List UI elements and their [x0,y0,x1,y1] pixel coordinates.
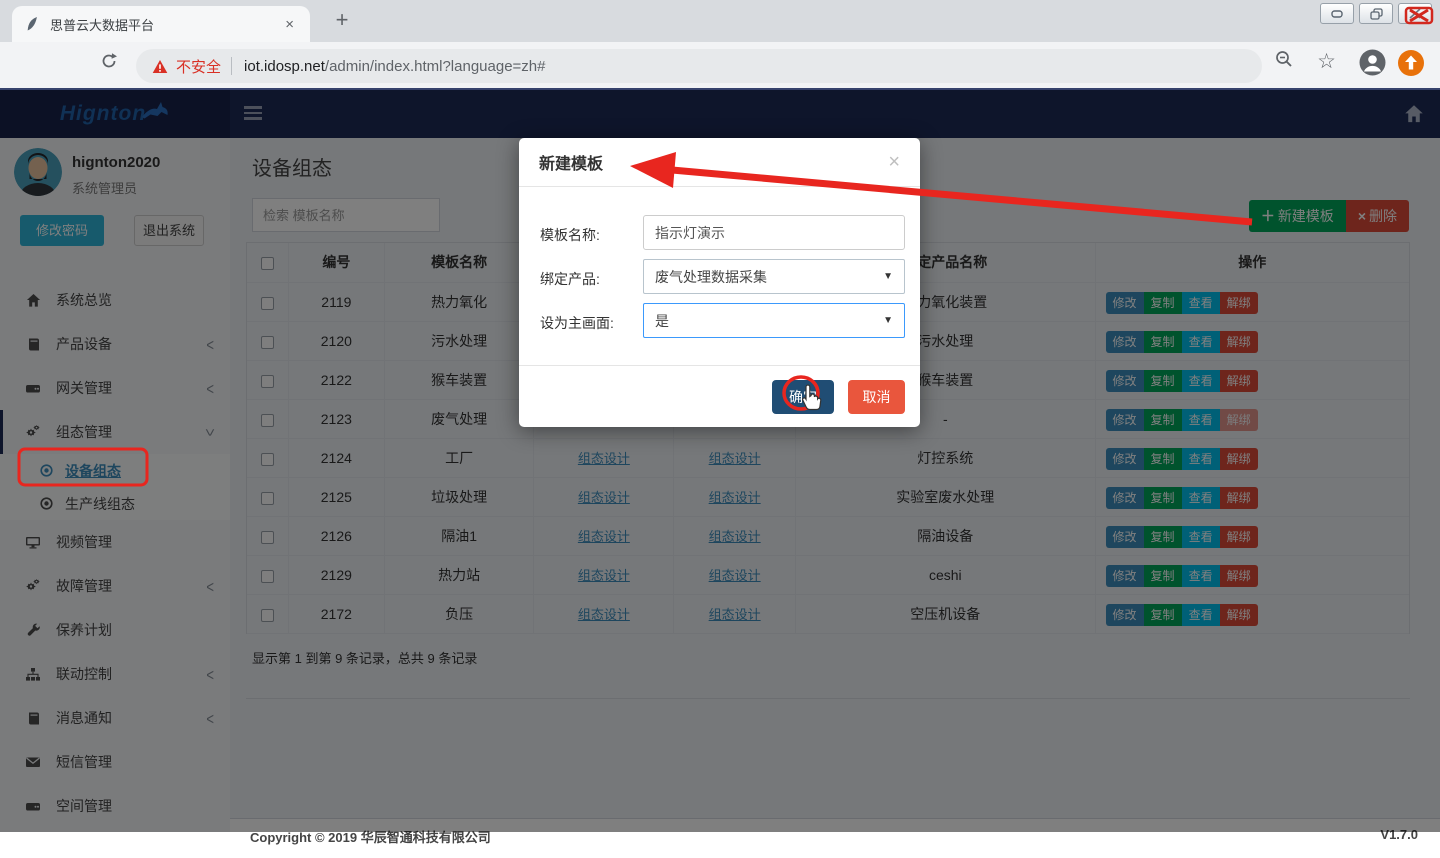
reload-icon[interactable] [100,52,118,76]
confirm-button[interactable]: 确定 [772,380,834,414]
new-tab-button[interactable]: + [328,7,356,33]
main-screen-select[interactable]: 是 ▼ [643,303,905,338]
update-icon[interactable] [1397,49,1425,77]
restore-icon [1370,8,1383,20]
new-template-modal: 新建模板 × 模板名称: 绑定产品: 废气处理数据采集 ▼ 设为主画面: 是 ▼… [519,138,920,427]
modal-title: 新建模板 [539,150,603,174]
template-name-input[interactable] [643,215,905,250]
favicon-feather-icon [24,16,40,32]
url-bar[interactable]: 不安全 iot.idosp.net/admin/index.html?langu… [136,49,1262,83]
copyright: Copyright © 2019 华辰智通科技有限公司 [250,830,491,845]
window-restore-button[interactable] [1359,3,1393,24]
window-minimize-button[interactable] [1320,3,1354,24]
main-screen-label: 设为主画面: [540,313,614,333]
cancel-button[interactable]: 取消 [848,380,905,414]
bind-product-select[interactable]: 废气处理数据采集 ▼ [643,259,905,294]
browser-tab-strip: 思普云大数据平台 × + [0,0,1440,42]
template-name-label: 模板名称: [540,225,600,245]
tab-title: 思普云大数据平台 [50,15,281,34]
bind-product-label: 绑定产品: [540,269,600,289]
not-secure-label: 不安全 [176,56,221,77]
close-icon [1408,7,1422,20]
profile-avatar-icon[interactable] [1359,49,1386,76]
browser-tab[interactable]: 思普云大数据平台 × [12,6,310,42]
bind-product-value: 废气处理数据采集 [655,267,767,287]
window-close-button[interactable] [1398,3,1432,24]
caret-down-icon: ▼ [883,271,893,282]
url-host: iot.idosp.net [244,58,325,75]
url-separator [231,57,232,75]
url-path: /admin/index.html?language=zh# [325,58,546,75]
modal-close-icon[interactable]: × [888,152,900,172]
caret-down-icon: ▼ [883,315,893,326]
security-warning-icon [152,59,168,74]
tab-close-icon[interactable]: × [281,16,298,33]
main-screen-value: 是 [655,311,669,331]
bookmark-star-icon[interactable]: ☆ [1317,49,1336,74]
zoom-out-icon[interactable] [1274,49,1294,69]
minimize-icon [1331,9,1343,19]
